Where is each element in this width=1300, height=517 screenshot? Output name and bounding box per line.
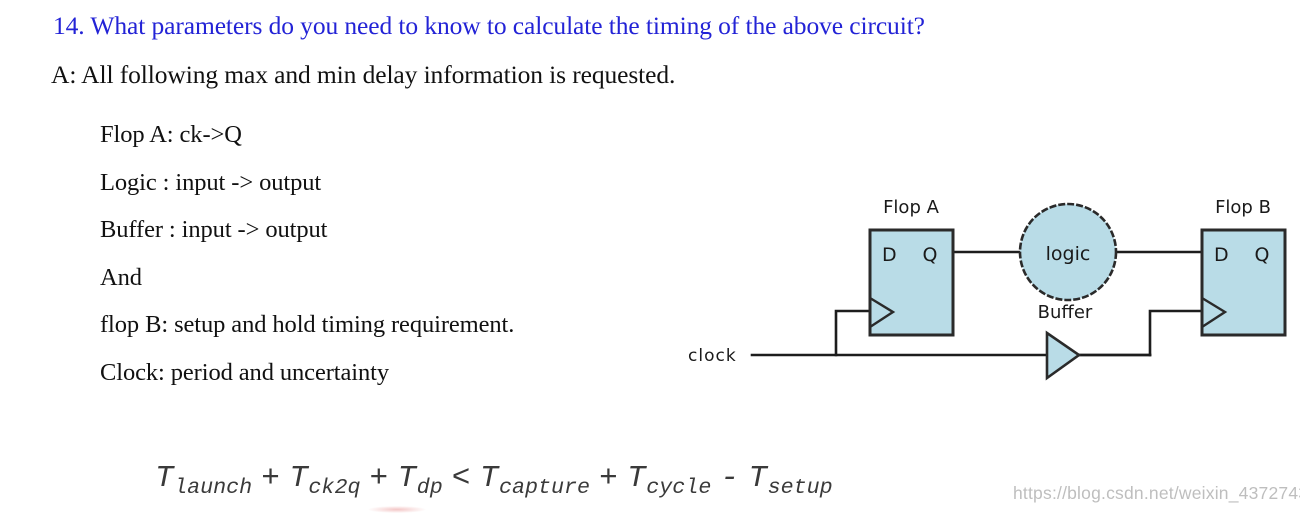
formula-subscript: setup: [767, 474, 833, 500]
logic-label: logic: [1046, 243, 1091, 265]
flop-a-title-label: Flop A: [883, 197, 940, 218]
list-item: Buffer : input -> output: [100, 216, 328, 243]
flop-a-q-label: Q: [923, 244, 938, 266]
list-item: Clock: period and uncertainty: [100, 358, 389, 386]
formula-term-cycle: Tcycle: [627, 461, 711, 500]
formula-base: T: [627, 461, 647, 496]
formula-term-setup: Tsetup: [748, 461, 832, 500]
buffer-label: Buffer: [1038, 302, 1093, 323]
clock-branch-flop-b: [1076, 309, 1207, 357]
buffer-gate: Buffer: [1038, 302, 1093, 381]
formula-subscript: ck2q: [308, 474, 361, 500]
page-title: 14. What parameters do you need to know …: [53, 11, 925, 40]
logic-block: logic: [1018, 202, 1118, 302]
flop-a: D Q Flop A: [868, 197, 955, 337]
list-item: Logic : input -> output: [100, 168, 322, 196]
formula-term-ck2q: Tck2q: [289, 461, 360, 500]
flop-b: D Q Flop B: [1200, 197, 1287, 337]
formula-operator: -: [720, 461, 740, 496]
formula-term-capture: Tcapture: [479, 461, 590, 500]
wires: [750, 250, 1207, 357]
answer-intro: A: All following max and min delay infor…: [51, 60, 676, 89]
formula-base: T: [155, 461, 175, 496]
clock-label: clock: [688, 346, 737, 366]
list-item: And: [100, 263, 142, 291]
formula-term-launch: Tlaunch: [155, 461, 252, 500]
circuit-diagram: D Q Flop A logic Buffer D Q Flop B clock: [688, 197, 1287, 381]
formula-operator: +: [261, 461, 281, 496]
formula-term-dp: Tdp: [397, 461, 443, 500]
flop-b-d-label: D: [1214, 244, 1229, 266]
formula-subscript: cycle: [646, 474, 712, 500]
parameter-list: Flop A: ck->Q Logic : input -> output Bu…: [100, 111, 514, 396]
buffer-triangle-icon: [1045, 330, 1082, 381]
formula-subscript: capture: [498, 474, 591, 500]
flop-a-d-label: D: [882, 244, 897, 266]
formula-base: T: [748, 461, 768, 496]
formula-base: T: [397, 461, 417, 496]
formula-subscript: dp: [416, 474, 443, 500]
watermark-text: https://blog.csdn.net/weixin_43727437: [1013, 483, 1300, 503]
list-item: Flop A: ck->Q: [100, 121, 242, 148]
clock-branch-flop-a: [834, 309, 876, 357]
formula-base: T: [479, 461, 499, 496]
ink-smudge: [368, 506, 426, 513]
formula-operator: +: [599, 461, 619, 496]
slide-page: 14. What parameters do you need to know …: [0, 0, 1300, 517]
flop-b-title-label: Flop B: [1215, 197, 1271, 218]
formula-operator: +: [369, 461, 389, 496]
formula-subscript: launch: [174, 474, 253, 500]
timing-formula: Tlaunch + Tck2q + Tdp < Tcapture + Tcycle - Tsetup: [155, 461, 833, 500]
formula-operator: <: [451, 461, 471, 496]
list-item: flop B: setup and hold timing requiremen…: [100, 311, 515, 338]
formula-base: T: [289, 461, 309, 496]
flop-b-q-label: Q: [1255, 244, 1270, 266]
